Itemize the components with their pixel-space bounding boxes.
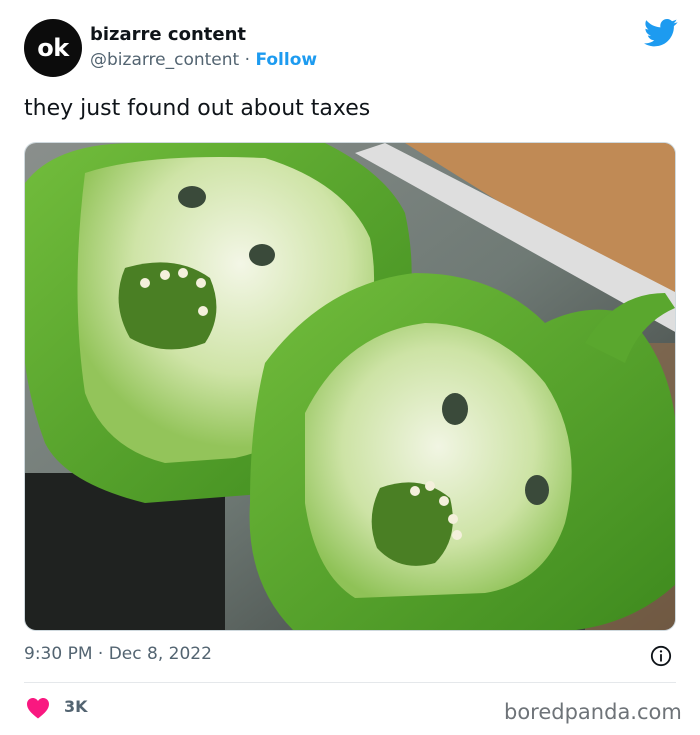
- avatar[interactable]: ok: [24, 19, 82, 77]
- author-handle-row: @bizarre_content · Follow: [90, 50, 317, 70]
- tweet-photo[interactable]: [24, 142, 676, 631]
- handle-separator: ·: [244, 50, 251, 70]
- divider: [24, 682, 676, 683]
- heart-icon[interactable]: [26, 697, 50, 719]
- follow-button[interactable]: Follow: [255, 50, 317, 70]
- pepper-faces-image: [25, 143, 675, 630]
- author-handle[interactable]: @bizarre_content: [90, 50, 239, 70]
- info-icon[interactable]: [650, 645, 672, 667]
- source-watermark: boredpanda.com: [504, 700, 682, 724]
- twitter-bird-icon[interactable]: [644, 18, 678, 48]
- like-count[interactable]: 3K: [64, 697, 88, 716]
- tweet-date: Dec 8, 2022: [108, 644, 212, 664]
- tweet-timestamp[interactable]: 9:30 PM · Dec 8, 2022: [24, 644, 212, 664]
- timestamp-separator: ·: [97, 644, 104, 664]
- avatar-text: ok: [37, 34, 69, 62]
- tweet-time: 9:30 PM: [24, 644, 93, 664]
- author-display-name[interactable]: bizarre content: [90, 24, 246, 45]
- tweet-text: they just found out about taxes: [24, 96, 371, 121]
